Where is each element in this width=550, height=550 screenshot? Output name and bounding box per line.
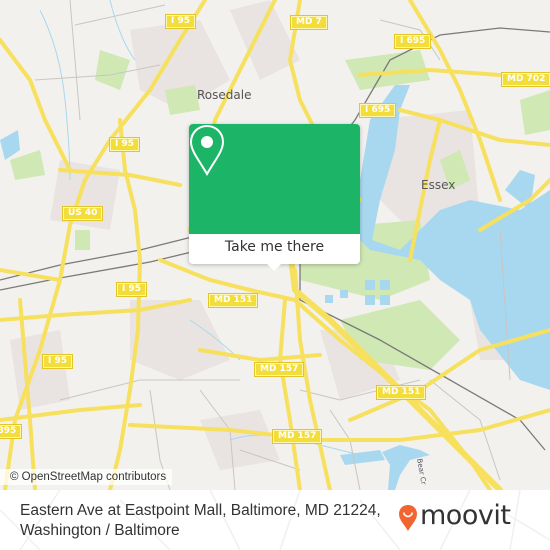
road-shield-i95: I 95 bbox=[110, 138, 140, 151]
footer: Eastern Ave at Eastpoint Mall, Baltimore… bbox=[0, 490, 550, 550]
location-popup: Take me there bbox=[189, 124, 360, 271]
road-shield-md151: MD 151 bbox=[209, 294, 258, 307]
address-line-2: Washington / Baltimore bbox=[20, 522, 180, 539]
address-line-1: Eastern Ave at Eastpoint Mall, Baltimore… bbox=[20, 502, 381, 519]
map-attribution[interactable]: © OpenStreetMap contributors bbox=[0, 469, 173, 485]
road-shield-md702: MD 702 bbox=[502, 73, 550, 86]
road-shield-i95: I 95 bbox=[117, 283, 147, 296]
road-shield-i95: I 95 bbox=[43, 355, 73, 368]
road-shield-md7: MD 7 bbox=[291, 16, 327, 29]
road-shield-md151: MD 151 bbox=[377, 386, 426, 399]
popup-header bbox=[189, 124, 360, 234]
popup-pointer bbox=[266, 263, 282, 271]
location-pin-icon bbox=[189, 124, 225, 176]
place-label-essex: Essex bbox=[421, 178, 456, 192]
road-shield-i695: I 695 bbox=[395, 35, 431, 48]
road-shield-i895: I 895 bbox=[0, 425, 22, 438]
road-shield-i695: I 695 bbox=[360, 104, 396, 117]
map-view[interactable]: Rosedale Essex Bear Cr I 95 MD 7 I 695 M… bbox=[0, 0, 550, 490]
take-me-there-button[interactable]: Take me there bbox=[189, 234, 360, 264]
road-shield-md157: MD 157 bbox=[273, 430, 322, 443]
road-shield-i95: I 95 bbox=[166, 15, 196, 28]
place-label-rosedale: Rosedale bbox=[197, 88, 252, 102]
moovit-pin-icon bbox=[399, 505, 417, 531]
moovit-wordmark: moovit bbox=[420, 500, 511, 531]
road-shield-md157: MD 157 bbox=[255, 363, 304, 376]
stop-address: Eastern Ave at Eastpoint Mall, Baltimore… bbox=[20, 501, 400, 541]
road-shield-us40: US 40 bbox=[63, 207, 103, 220]
